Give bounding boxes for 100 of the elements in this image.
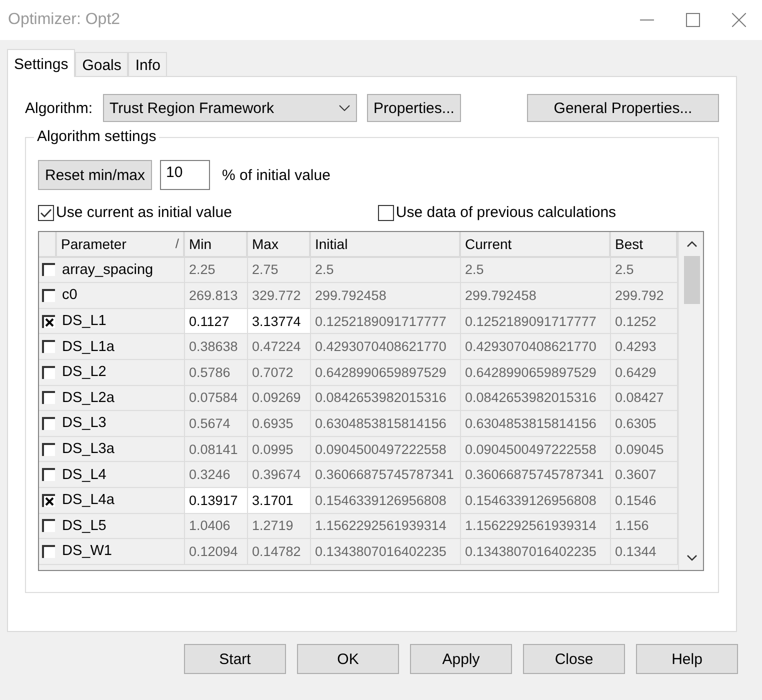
table-cell: 2.5 xyxy=(611,258,678,284)
chevron-up-icon[interactable] xyxy=(686,241,696,247)
dialog-button[interactable]: Apply xyxy=(410,644,512,674)
group-title: Algorithm settings xyxy=(34,128,160,145)
row-checkbox[interactable] xyxy=(42,442,54,456)
table-cell: 0.5786 xyxy=(185,360,248,386)
checkbox-label: Use current as initial value xyxy=(56,204,232,221)
row-checkbox[interactable] xyxy=(42,314,54,328)
table-cell: 0.5674 xyxy=(185,411,248,437)
dialog-button[interactable]: OK xyxy=(297,644,399,674)
table-cell: 0.0842653982015316 xyxy=(461,386,611,412)
reset-button[interactable]: Reset min/max xyxy=(38,160,152,190)
minimize-icon[interactable] xyxy=(640,19,654,21)
table-cell: DS_L4 xyxy=(57,462,185,488)
algorithm-dropdown[interactable]: Trust Region Framework xyxy=(102,94,357,122)
window-title: Optimizer: Opt2 xyxy=(8,11,122,29)
table-cell: 0.4293070408621770 xyxy=(461,334,611,360)
table-cell: 0.3607 xyxy=(611,462,678,488)
column-header[interactable]: Min xyxy=(185,232,248,258)
table-cell: 1.0406 xyxy=(185,514,248,540)
column-header[interactable]: Current xyxy=(461,232,611,258)
table-cell: 0.6304853815814156 xyxy=(461,411,611,437)
close-icon[interactable] xyxy=(732,13,746,27)
table-cell: 0.13917 xyxy=(185,488,248,514)
table-cell: 0.4293 xyxy=(611,334,678,360)
row-checkbox[interactable] xyxy=(42,263,54,276)
table-cell: 299.792458 xyxy=(311,283,461,309)
table-cell: 0.6428990659897529 xyxy=(461,360,611,386)
table-cell: DS_L3a xyxy=(57,436,185,462)
column-header[interactable]: Initial xyxy=(311,232,461,258)
table-cell: 0.6429 xyxy=(611,360,678,386)
table-cell: 0.1546 xyxy=(611,488,678,514)
table-cell: 0.1343807016402235 xyxy=(311,539,461,565)
checkbox[interactable] xyxy=(378,204,394,220)
table-cell: 3.1701 xyxy=(248,488,311,514)
maximize-icon[interactable] xyxy=(686,13,700,27)
row-checkbox[interactable] xyxy=(42,340,54,354)
percent-label: % of initial value xyxy=(222,166,330,184)
table-cell: 0.08141 xyxy=(185,436,248,462)
table-cell: 0.09269 xyxy=(248,386,311,412)
table-cell: DS_W1 xyxy=(57,539,185,565)
table-cell: 0.12094 xyxy=(185,539,248,565)
table-cell: 0.4293070408621770 xyxy=(311,334,461,360)
table-cell: 2.5 xyxy=(461,258,611,284)
table-cell: 0.1252 xyxy=(611,308,678,334)
dialog-button[interactable]: Help xyxy=(636,644,738,674)
properties-button[interactable]: Properties... xyxy=(366,94,462,122)
table-cell: 0.1546339126956808 xyxy=(311,488,461,514)
table-cell: 0.1252189091717777 xyxy=(311,308,461,334)
tab[interactable]: Goals xyxy=(75,52,128,76)
general-properties-button[interactable]: General Properties... xyxy=(527,94,719,122)
table-cell: 0.0904500497222558 xyxy=(461,436,611,462)
tab[interactable]: Settings xyxy=(7,49,76,77)
table-cell: 0.09045 xyxy=(611,436,678,462)
row-checkbox[interactable] xyxy=(42,288,54,302)
row-checkbox[interactable] xyxy=(42,416,54,430)
table-cell: 0.0842653982015316 xyxy=(311,386,461,412)
column-header[interactable]: Best xyxy=(611,232,678,258)
table-cell: array_spacing xyxy=(57,258,185,284)
table-cell: 0.1127 xyxy=(185,308,248,334)
table-cell: 0.08427 xyxy=(611,386,678,412)
table-cell: DS_L3 xyxy=(57,411,185,437)
percent-field[interactable]: 10 xyxy=(160,160,210,190)
table-cell: 0.7072 xyxy=(248,360,311,386)
table-cell: 0.1343807016402235 xyxy=(461,539,611,565)
dialog-button[interactable]: Start xyxy=(184,644,286,674)
row-checkbox[interactable] xyxy=(42,468,54,482)
table-cell: 0.1344 xyxy=(611,539,678,565)
column-header[interactable]: Parameter / xyxy=(57,232,185,258)
table-cell: 299.792 xyxy=(611,283,678,309)
row-checkbox[interactable] xyxy=(42,519,54,532)
algorithm-label: Algorithm: xyxy=(25,100,93,116)
table-cell: DS_L1a xyxy=(57,334,185,360)
table-cell: 1.1562292561939314 xyxy=(311,514,461,540)
table-cell: 0.6304853815814156 xyxy=(311,411,461,437)
table-cell: 1.2719 xyxy=(248,514,311,540)
table-cell: 2.75 xyxy=(248,258,311,284)
table-cell: 0.0995 xyxy=(248,436,311,462)
checkbox-label: Use data of previous calculations xyxy=(396,204,616,221)
row-checkbox[interactable] xyxy=(42,494,54,507)
tab[interactable]: Info xyxy=(128,52,168,76)
column-header[interactable]: Max xyxy=(248,232,311,258)
dialog-button[interactable]: Close xyxy=(523,644,625,674)
table-cell: 0.36066875745787341 xyxy=(311,462,461,488)
table-cell: DS_L5 xyxy=(57,514,185,540)
table-cell: 2.5 xyxy=(311,258,461,284)
table-cell: 0.6305 xyxy=(611,411,678,437)
scrollbar-thumb[interactable] xyxy=(684,256,700,304)
row-checkbox[interactable] xyxy=(42,391,54,404)
table-cell: 1.1562292561939314 xyxy=(461,514,611,540)
chevron-down-icon[interactable] xyxy=(686,555,696,561)
table-cell: 299.792458 xyxy=(461,283,611,309)
table-cell: 0.38638 xyxy=(185,334,248,360)
table-cell: c0 xyxy=(57,283,185,309)
table-cell: 0.6428990659897529 xyxy=(311,360,461,386)
row-checkbox[interactable] xyxy=(42,544,54,558)
table-cell: 2.25 xyxy=(185,258,248,284)
table-cell: 0.1546339126956808 xyxy=(461,488,611,514)
checkbox[interactable] xyxy=(38,204,54,220)
row-checkbox[interactable] xyxy=(42,366,54,379)
